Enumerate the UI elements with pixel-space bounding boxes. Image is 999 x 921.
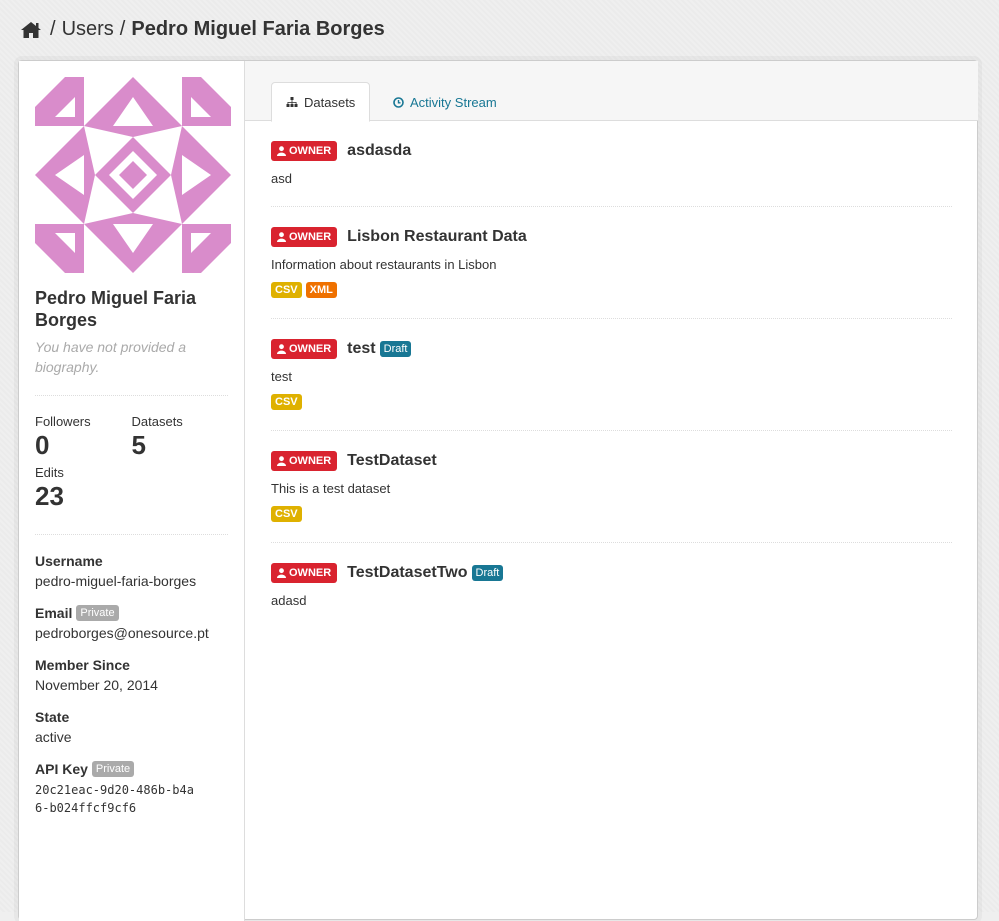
dataset-title[interactable]: TestDataset	[347, 452, 437, 470]
breadcrumb-current[interactable]: Pedro Miguel Faria Borges	[131, 18, 384, 41]
dataset-description: asd	[271, 171, 292, 186]
tab-activity-label: Activity Stream	[410, 94, 497, 110]
format-list: CSV	[271, 394, 952, 410]
list-item: OWNER test Draft test CSV	[271, 319, 952, 431]
dataset-description: test	[271, 369, 292, 384]
divider	[35, 395, 228, 396]
breadcrumb: / Users / Pedro Miguel Faria Borges	[20, 18, 385, 41]
state-block: State active	[35, 709, 228, 745]
dataset-description: This is a test dataset	[271, 481, 391, 496]
draft-badge: Draft	[471, 565, 504, 581]
member-since-block: Member Since November 20, 2014	[35, 657, 228, 693]
email-label: Email	[35, 605, 73, 621]
dataset-list: OWNER asdasda asd OWNER Lisbon Restauran…	[245, 121, 978, 628]
api-key-block: API Key Private 20c21eac-9d20-486b-b4a6-…	[35, 761, 228, 817]
list-item: OWNER asdasda asd	[271, 121, 952, 207]
list-item: OWNER TestDataset This is a test dataset…	[271, 431, 952, 543]
dataset-title[interactable]: Lisbon Restaurant Data	[347, 228, 527, 246]
format-list: CSV	[271, 506, 952, 522]
followers-label: Followers	[35, 414, 91, 429]
user-icon	[277, 146, 286, 156]
owner-badge: OWNER	[271, 141, 338, 161]
tab-datasets[interactable]: Datasets	[271, 82, 371, 122]
dataset-title[interactable]: test	[347, 340, 375, 358]
owner-badge: OWNER	[271, 563, 338, 583]
edits-value: 23	[35, 481, 64, 511]
format-badge-csv[interactable]: CSV	[271, 282, 302, 298]
format-badge-csv[interactable]: CSV	[271, 506, 302, 522]
main-content: Datasets Activity Stream OWNER asdasda a…	[245, 61, 978, 921]
dataset-title[interactable]: TestDatasetTwo	[347, 564, 467, 582]
divider	[35, 534, 228, 535]
tab-bar: Datasets Activity Stream	[245, 61, 978, 122]
dataset-title[interactable]: asdasda	[347, 142, 411, 160]
api-key-private-badge: Private	[91, 761, 135, 777]
dataset-description: adasd	[271, 593, 307, 608]
home-icon[interactable]	[20, 20, 42, 40]
draft-badge: Draft	[379, 341, 412, 357]
state-value: active	[35, 729, 72, 745]
user-icon	[277, 232, 286, 242]
user-icon	[277, 344, 286, 354]
api-key-label: API Key	[35, 761, 88, 777]
format-badge-csv[interactable]: CSV	[271, 394, 302, 410]
list-item: OWNER TestDatasetTwo Draft adasd	[271, 543, 952, 628]
content-wrapper: Pedro Miguel Faria Borges You have not p…	[18, 60, 978, 921]
owner-badge: OWNER	[271, 227, 338, 247]
user-icon	[277, 456, 286, 466]
email-block: Email Private pedroborges@onesource.pt	[35, 605, 228, 641]
breadcrumb-users[interactable]: Users	[62, 18, 114, 41]
owner-badge: OWNER	[271, 451, 338, 471]
dataset-description: Information about restaurants in Lisbon	[271, 257, 497, 272]
datasets-label: Datasets	[131, 414, 183, 429]
tab-activity-stream[interactable]: Activity Stream	[379, 82, 511, 122]
owner-badge: OWNER	[271, 339, 338, 359]
list-item: OWNER Lisbon Restaurant Data Information…	[271, 207, 952, 319]
clock-icon	[393, 96, 404, 108]
followers-stat: Followers 0	[35, 414, 132, 461]
format-list: CSV XML	[271, 282, 952, 298]
format-badge-xml[interactable]: XML	[305, 282, 337, 298]
edits-stat: Edits 23	[35, 465, 133, 512]
username-label: Username	[35, 553, 103, 569]
state-label: State	[35, 709, 70, 725]
tab-datasets-label: Datasets	[304, 94, 356, 110]
api-key-value: 20c21eac-9d20-486b-b4a6-b024ffcf9cf6	[35, 783, 194, 815]
avatar	[35, 77, 231, 273]
member-since-label: Member Since	[35, 657, 130, 673]
username-block: Username pedro-miguel-faria-borges	[35, 553, 228, 589]
email-private-badge: Private	[76, 605, 119, 621]
email-value: pedroborges@onesource.pt	[35, 625, 209, 641]
datasets-stat: Datasets 5	[132, 414, 229, 461]
profile-bio: You have not provided a biography.	[35, 339, 187, 375]
followers-value: 0	[35, 430, 50, 460]
user-icon	[277, 568, 286, 578]
member-since-value: November 20, 2014	[35, 677, 158, 693]
profile-name: Pedro Miguel Faria Borges	[35, 288, 197, 330]
sitemap-icon	[286, 96, 298, 107]
username-value: pedro-miguel-faria-borges	[35, 573, 197, 589]
datasets-value: 5	[131, 430, 146, 460]
profile-sidebar: Pedro Miguel Faria Borges You have not p…	[19, 61, 245, 921]
edits-label: Edits	[35, 465, 64, 480]
stats-row: Followers 0 Datasets 5	[35, 414, 228, 461]
